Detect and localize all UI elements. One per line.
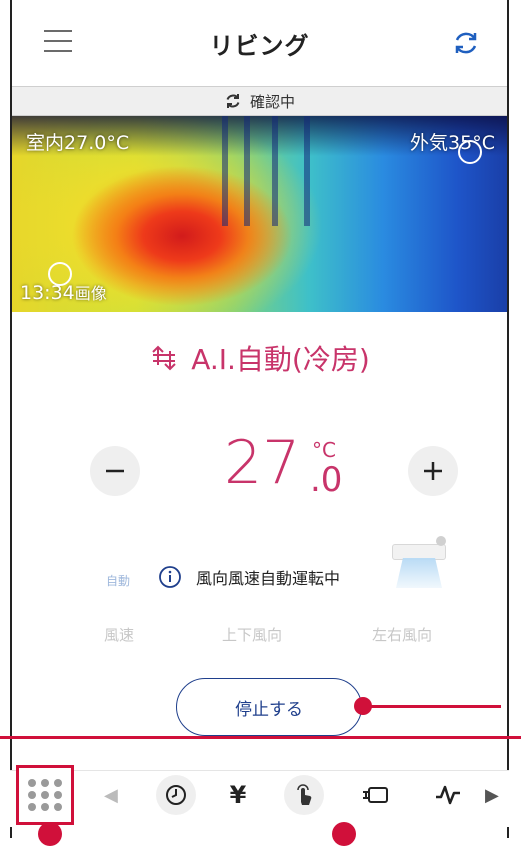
outdoor-temp-label: 外気35°C: [410, 132, 495, 154]
status-text: 確認中: [249, 92, 295, 111]
operation-mode[interactable]: A.I.自動(冷房): [12, 336, 507, 380]
touch-indicator-icon: [458, 140, 482, 164]
touch-hand-icon[interactable]: [284, 775, 324, 815]
bottom-toolbar: ◀ ¥ ▶: [10, 765, 509, 827]
plus-icon: [424, 462, 442, 480]
set-temperature: 27 °C .0: [224, 428, 343, 500]
callout-line: [366, 705, 501, 708]
sync-icon: [226, 94, 240, 108]
grid-menu-icon[interactable]: [16, 765, 74, 825]
stop-button[interactable]: 停止する: [176, 678, 362, 736]
callout-marker: [38, 822, 62, 846]
indoor-unit-icon: [392, 544, 446, 560]
temp-down-button[interactable]: [90, 446, 140, 496]
app-frame: リビング 確認中 室内27.0°C 外気35°C 13:34画像 A.I.自動(…: [10, 0, 509, 838]
callout-marker: [332, 822, 356, 846]
indoor-temp-label: 室内27.0°C: [26, 132, 130, 154]
graph-icon[interactable]: [428, 775, 468, 815]
auto-swap-arrows-icon: [152, 345, 176, 371]
timer-icon[interactable]: [156, 775, 196, 815]
refresh-icon[interactable]: [451, 28, 481, 58]
scroll-left-icon[interactable]: ◀: [104, 785, 118, 806]
info-icon: [159, 566, 181, 588]
temperature-control: 27 °C .0: [12, 426, 507, 516]
indoor-unit-icon[interactable]: [356, 775, 396, 815]
yen-icon[interactable]: ¥: [218, 775, 258, 815]
app-header: リビング: [12, 0, 507, 86]
wind-settings: 自動 風向風速自動運転中 風速 上下風向 左右風向: [12, 536, 507, 646]
wind-speed-button[interactable]: 風速: [104, 624, 134, 645]
scroll-right-icon[interactable]: ▶: [485, 785, 499, 806]
touch-indicator-icon: [48, 262, 72, 286]
status-bar: 確認中: [12, 86, 507, 116]
minus-icon: [106, 469, 124, 473]
mode-label: A.I.自動(冷房): [191, 343, 370, 376]
auto-label: 自動: [106, 574, 131, 588]
vertical-direction-button[interactable]: 上下風向: [222, 624, 282, 645]
page-title: リビング: [209, 31, 310, 60]
callout-marker: [354, 697, 372, 715]
airflow-icon: [396, 558, 442, 588]
hamburger-menu-icon[interactable]: [44, 30, 72, 52]
unit-indicator-icon: [436, 536, 446, 546]
auto-wind-notice: 風向風速自動運転中: [158, 562, 340, 592]
temp-up-button[interactable]: [408, 446, 458, 496]
horizontal-direction-button[interactable]: 左右風向: [372, 624, 432, 645]
thermal-image[interactable]: 室内27.0°C 外気35°C 13:34画像: [12, 116, 507, 312]
